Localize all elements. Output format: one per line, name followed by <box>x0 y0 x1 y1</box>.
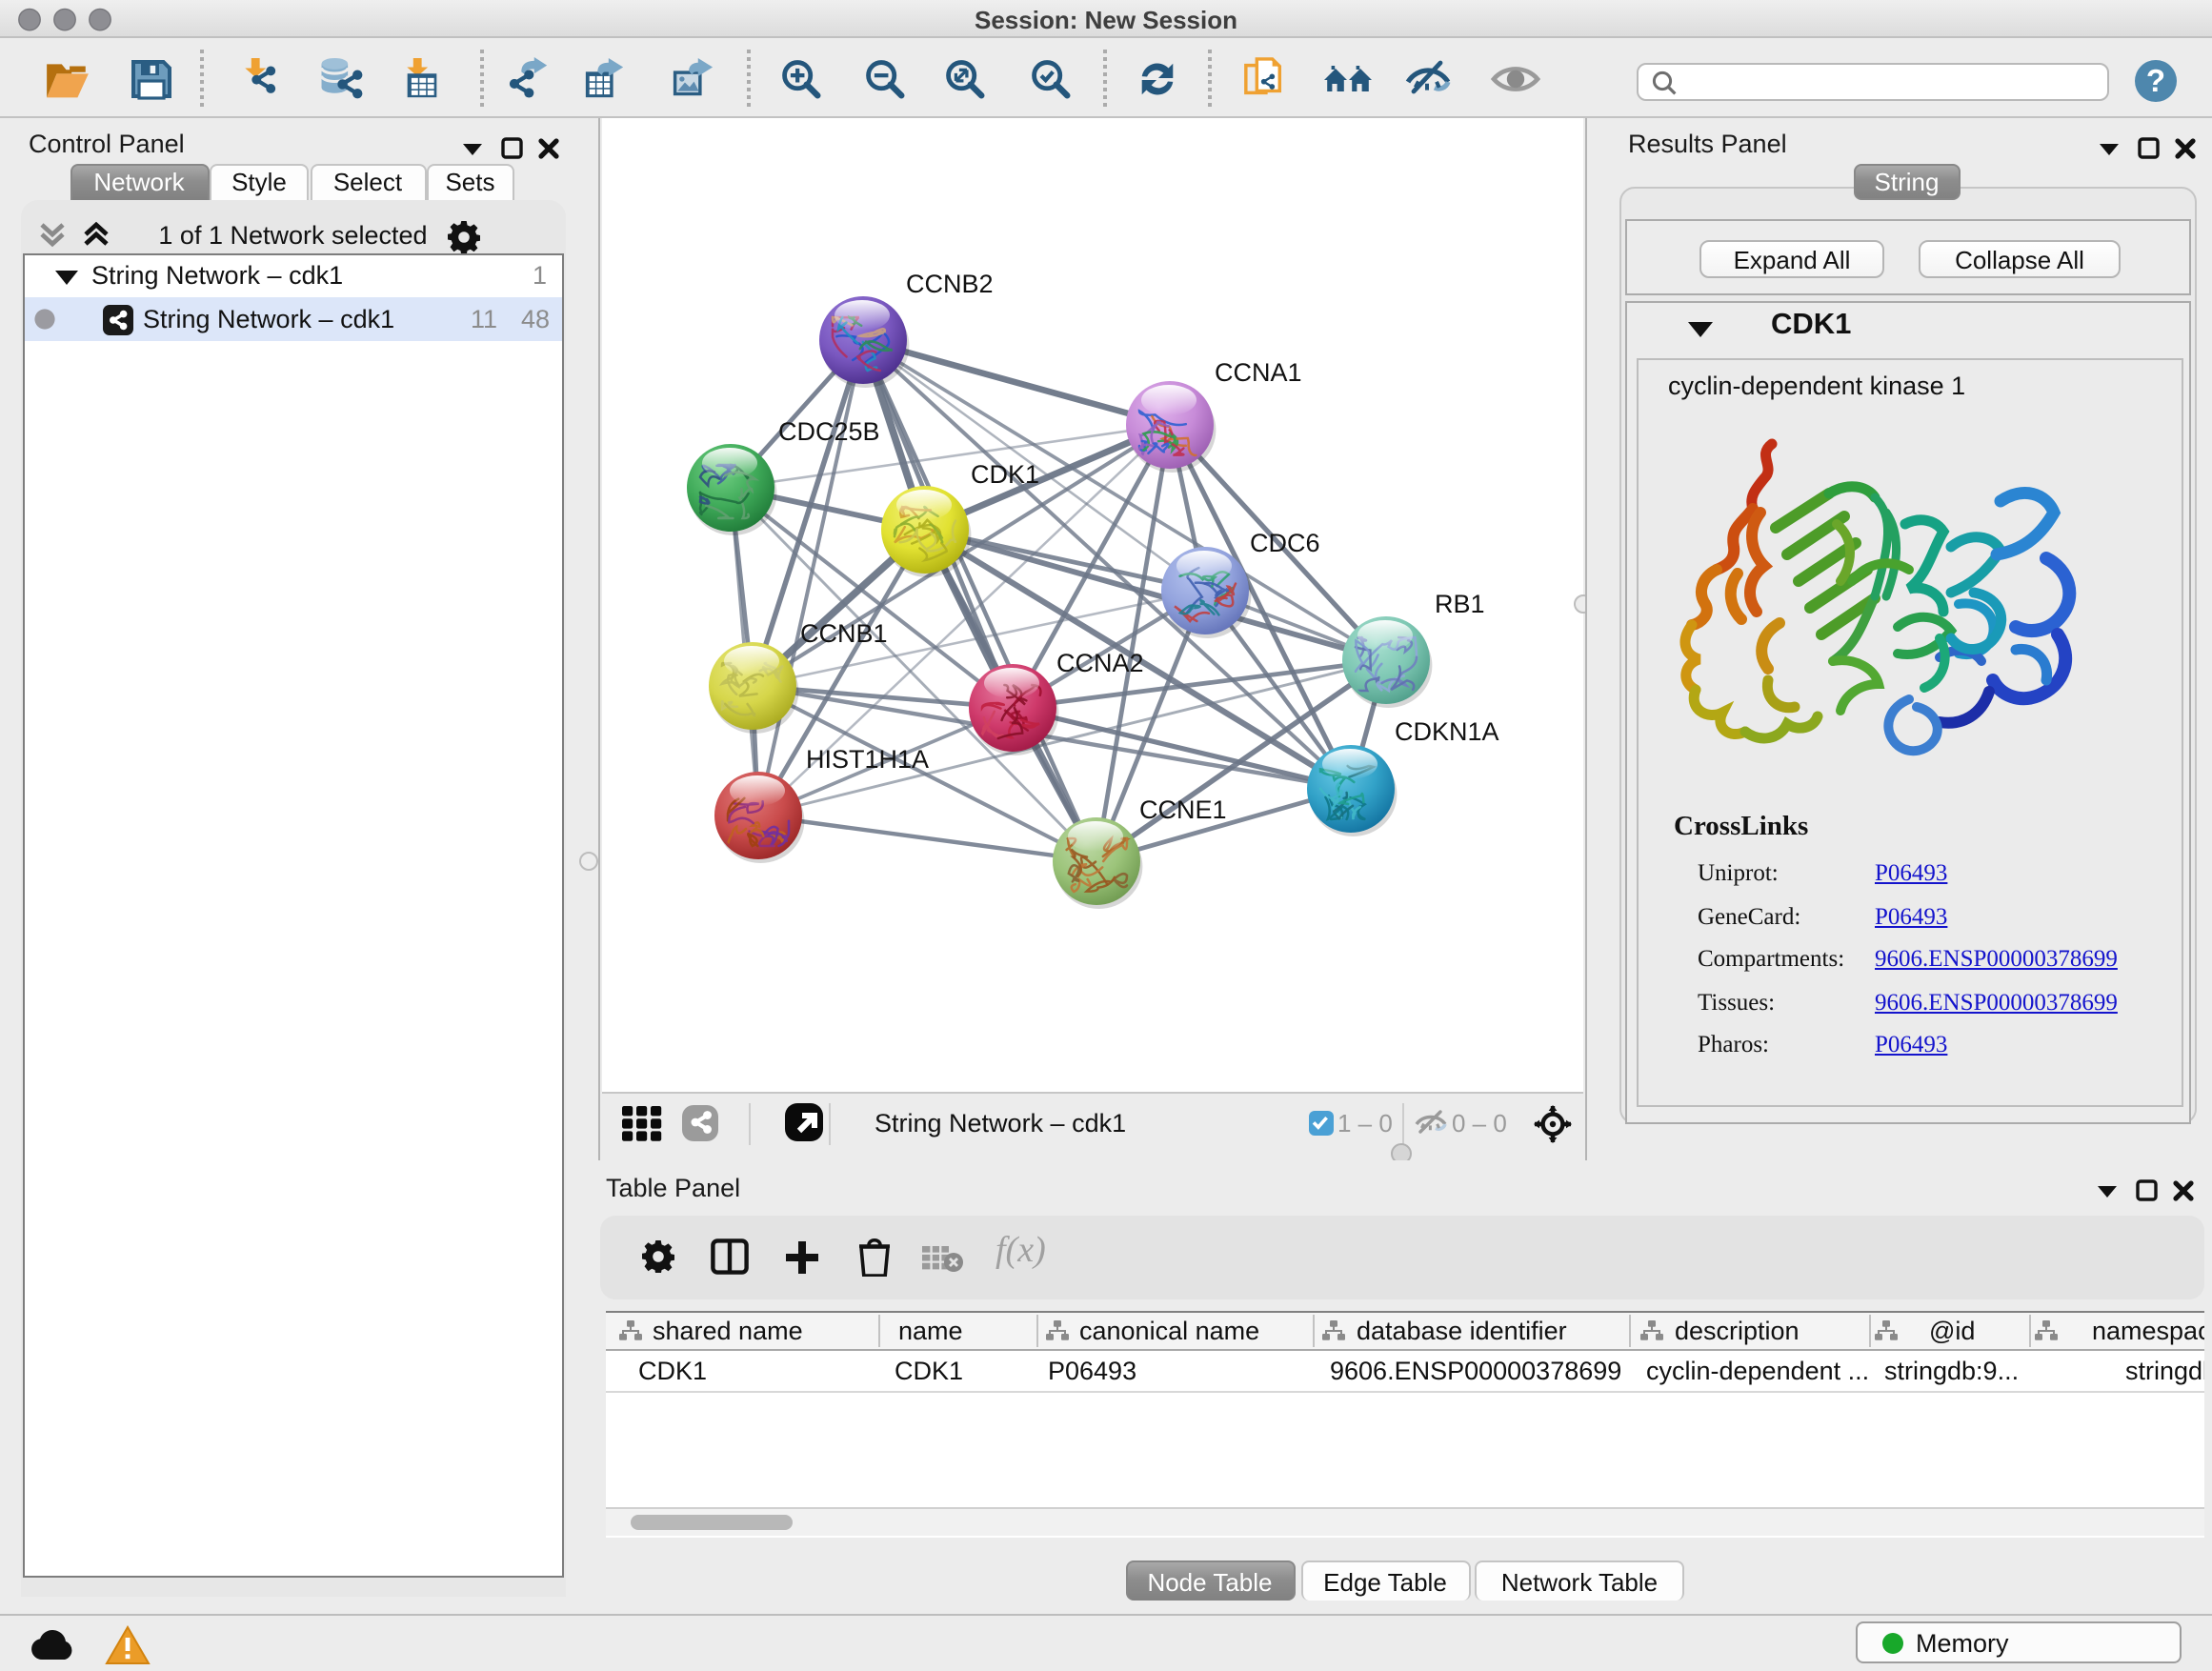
svg-text:CCNA2: CCNA2 <box>1056 649 1144 677</box>
svg-text:?: ? <box>2145 63 2164 98</box>
svg-text:CDC25B: CDC25B <box>778 417 880 446</box>
svg-text:HIST1H1A: HIST1H1A <box>806 745 929 774</box>
svg-text:CCNA1: CCNA1 <box>1215 358 1302 387</box>
svg-text:CCNE1: CCNE1 <box>1139 795 1227 824</box>
svg-text:RB1: RB1 <box>1435 590 1485 618</box>
svg-text:CDKN1A: CDKN1A <box>1395 717 1499 746</box>
svg-text:CCNB1: CCNB1 <box>800 619 888 648</box>
svg-text:CDC6: CDC6 <box>1250 529 1320 557</box>
svg-text:CCNB2: CCNB2 <box>906 270 994 298</box>
svg-text:CDK1: CDK1 <box>971 460 1039 489</box>
